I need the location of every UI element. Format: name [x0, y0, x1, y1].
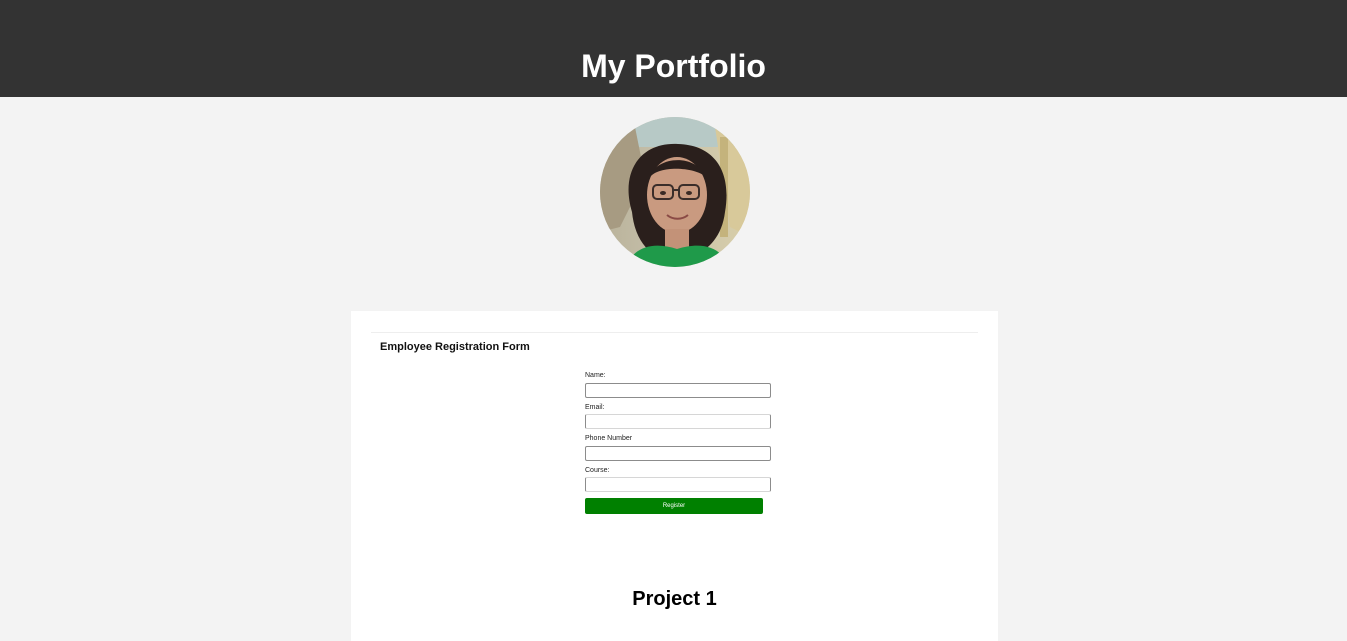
page-title: My Portfolio	[581, 48, 766, 84]
project-card: Employee Registration Form Name: Email: …	[351, 311, 998, 641]
site-header: My Portfolio	[0, 0, 1347, 97]
register-button[interactable]: Register	[585, 498, 763, 514]
course-label: Course:	[585, 467, 610, 474]
email-field[interactable]	[585, 414, 771, 429]
phone-field[interactable]	[585, 446, 771, 461]
project-title: Project 1	[632, 588, 717, 610]
divider	[371, 332, 978, 333]
form-heading: Employee Registration Form	[380, 341, 530, 353]
name-label: Name:	[585, 372, 606, 379]
email-label: Email:	[585, 404, 605, 411]
course-field[interactable]	[585, 477, 771, 492]
name-field[interactable]	[585, 383, 771, 398]
profile-photo-image	[600, 117, 750, 267]
profile-photo	[600, 117, 750, 267]
phone-label: Phone Number	[585, 435, 633, 442]
